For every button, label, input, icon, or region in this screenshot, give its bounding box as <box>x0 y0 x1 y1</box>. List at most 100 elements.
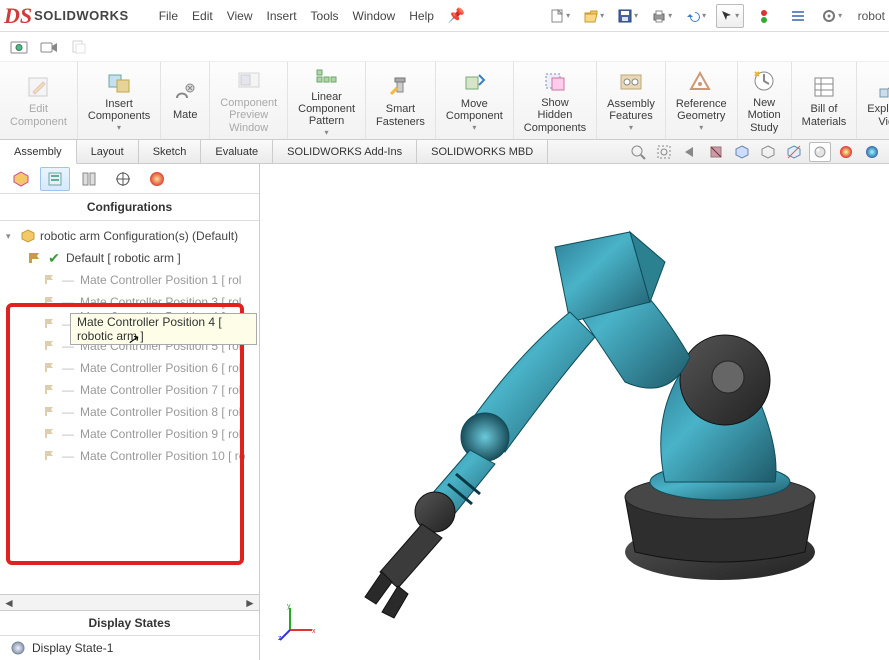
flag-icon <box>26 251 42 265</box>
mate-button[interactable]: Mate <box>161 62 210 139</box>
previous-view-icon[interactable] <box>679 142 701 162</box>
exploded-view-label: Exploded View <box>867 103 889 127</box>
tab-sketch[interactable]: Sketch <box>139 140 202 163</box>
horizontal-scrollbar[interactable]: ◄ ► <box>0 594 259 610</box>
rebuild-button[interactable] <box>750 4 778 28</box>
tooltip: Mate Controller Position 4 [ robotic arm… <box>70 313 257 345</box>
assembly-features-label: Assembly Features <box>607 98 655 122</box>
menu-tools[interactable]: Tools <box>311 9 339 23</box>
config-item[interactable]: — Mate Controller Position 6 [ rol <box>2 357 257 379</box>
tab-layout[interactable]: Layout <box>77 140 139 163</box>
show-hidden-button[interactable]: Show Hidden Components <box>514 62 597 139</box>
tree-default-label: Default [ robotic arm ] <box>66 251 181 265</box>
config-item[interactable]: —Mate Controller Position 4 [ robotic ar… <box>2 313 257 335</box>
config-item-label: Mate Controller Position 10 [ ro <box>80 449 245 463</box>
config-item[interactable]: —Mate Controller Position 8 [ rol <box>2 401 257 423</box>
dash-icon: — <box>62 361 74 375</box>
new-motion-icon <box>750 67 778 95</box>
insert-components-button[interactable]: Insert Components ▾ <box>78 62 161 139</box>
graphics-viewport[interactable]: y x z <box>260 164 889 660</box>
tab-assembly[interactable]: Assembly <box>0 140 77 164</box>
tree-root[interactable]: ▾ robotic arm Configuration(s) (Default) <box>2 225 257 247</box>
command-ribbon: Edit Component Insert Components ▾ Mate … <box>0 62 889 140</box>
display-state-row[interactable]: Display State-1 <box>0 636 259 660</box>
config-item[interactable]: —Mate Controller Position 7 [ rol <box>2 379 257 401</box>
display-style-icon[interactable] <box>757 142 779 162</box>
display-state-label: Display State-1 <box>32 641 113 655</box>
pin-icon[interactable]: 📌 <box>448 7 465 24</box>
component-preview-icon <box>235 67 263 95</box>
main-area: Configurations ▾ robotic arm Configurati… <box>0 164 889 660</box>
feature-tree-tab-icon[interactable] <box>6 167 36 191</box>
title-toolbar: robot <box>546 4 885 28</box>
screenshot-icon[interactable] <box>8 36 30 58</box>
hide-show-icon[interactable] <box>783 142 805 162</box>
logo-ds-icon: DS <box>4 3 32 29</box>
undo-button[interactable] <box>682 4 710 28</box>
menu-help[interactable]: Help <box>409 9 434 23</box>
section-view-icon[interactable] <box>705 142 727 162</box>
copy-icon[interactable] <box>68 36 90 58</box>
menu-window[interactable]: Window <box>353 9 396 23</box>
print-button[interactable] <box>648 4 676 28</box>
settings-gear-button[interactable] <box>818 4 846 28</box>
tree-default[interactable]: ✔ Default [ robotic arm ] <box>2 247 257 269</box>
smart-fasteners-button[interactable]: Smart Fasteners <box>366 62 436 139</box>
menu-insert[interactable]: Insert <box>267 9 297 23</box>
config-item-label: Mate Controller Position 6 [ rol <box>80 361 241 375</box>
feature-manager-panel: Configurations ▾ robotic arm Configurati… <box>0 164 260 660</box>
new-motion-label: New Motion Study <box>748 97 781 133</box>
open-doc-button[interactable] <box>580 4 608 28</box>
tab-addins[interactable]: SOLIDWORKS Add-Ins <box>273 140 417 163</box>
dimxpert-tab-icon[interactable] <box>108 167 138 191</box>
record-icon[interactable] <box>38 36 60 58</box>
edit-appearance-icon[interactable] <box>809 142 831 162</box>
dash-icon: — <box>62 405 74 419</box>
tab-evaluate[interactable]: Evaluate <box>201 140 273 163</box>
move-component-button[interactable]: Move Component ▾ <box>436 62 514 139</box>
property-manager-tab-icon[interactable] <box>40 167 70 191</box>
menu-view[interactable]: View <box>227 9 253 23</box>
reference-geometry-button[interactable]: Reference Geometry ▾ <box>666 62 738 139</box>
select-button[interactable] <box>716 4 744 28</box>
zoom-fit-icon[interactable] <box>627 142 649 162</box>
display-states-title: Display States <box>0 610 259 636</box>
tab-mbd[interactable]: SOLIDWORKS MBD <box>417 140 548 163</box>
apply-scene-icon[interactable] <box>835 142 857 162</box>
menu-file[interactable]: File <box>159 9 178 23</box>
view-triad-icon: y x z <box>278 602 318 642</box>
new-motion-button[interactable]: New Motion Study <box>738 62 792 139</box>
menu-edit[interactable]: Edit <box>192 9 213 23</box>
scroll-left-icon[interactable]: ◄ <box>2 596 16 610</box>
flag-icon <box>44 406 56 418</box>
flag-icon <box>44 340 56 352</box>
config-item-label: Mate Controller Position 9 [ rol <box>80 427 241 441</box>
config-item[interactable]: —Mate Controller Position 1 [ rol <box>2 269 257 291</box>
new-doc-button[interactable] <box>546 4 574 28</box>
config-item[interactable]: —Mate Controller Position 10 [ ro <box>2 445 257 467</box>
component-preview-button[interactable]: Component Preview Window <box>210 62 288 139</box>
options-list-button[interactable] <box>784 4 812 28</box>
bom-button[interactable]: Bill of Materials <box>792 62 858 139</box>
config-item-label: Mate Controller Position 3 [ rol <box>80 295 241 309</box>
scroll-right-icon[interactable]: ► <box>243 596 257 610</box>
assembly-features-button[interactable]: Assembly Features ▾ <box>597 62 666 139</box>
display-manager-tab-icon[interactable] <box>142 167 172 191</box>
svg-text:z: z <box>278 635 282 642</box>
edit-component-button[interactable]: Edit Component <box>0 62 78 139</box>
zoom-area-icon[interactable] <box>653 142 675 162</box>
configuration-tree[interactable]: ▾ robotic arm Configuration(s) (Default)… <box>0 221 259 594</box>
move-component-label: Move Component <box>446 98 503 122</box>
linear-pattern-button[interactable]: Linear Component Pattern ▾ <box>288 62 366 139</box>
expand-icon[interactable]: ▾ <box>6 231 16 242</box>
view-orientation-icon[interactable] <box>731 142 753 162</box>
smart-fasteners-icon <box>386 73 414 101</box>
view-settings-icon[interactable] <box>861 142 883 162</box>
save-doc-button[interactable] <box>614 4 642 28</box>
config-list: —Mate Controller Position 1 [ rol—Mate C… <box>2 269 257 467</box>
smart-fasteners-label: Smart Fasteners <box>376 103 425 127</box>
exploded-view-button[interactable]: Exploded View <box>857 62 889 139</box>
config-item[interactable]: —Mate Controller Position 9 [ rol <box>2 423 257 445</box>
configuration-manager-tab-icon[interactable] <box>74 167 104 191</box>
dash-icon: — <box>62 295 74 309</box>
